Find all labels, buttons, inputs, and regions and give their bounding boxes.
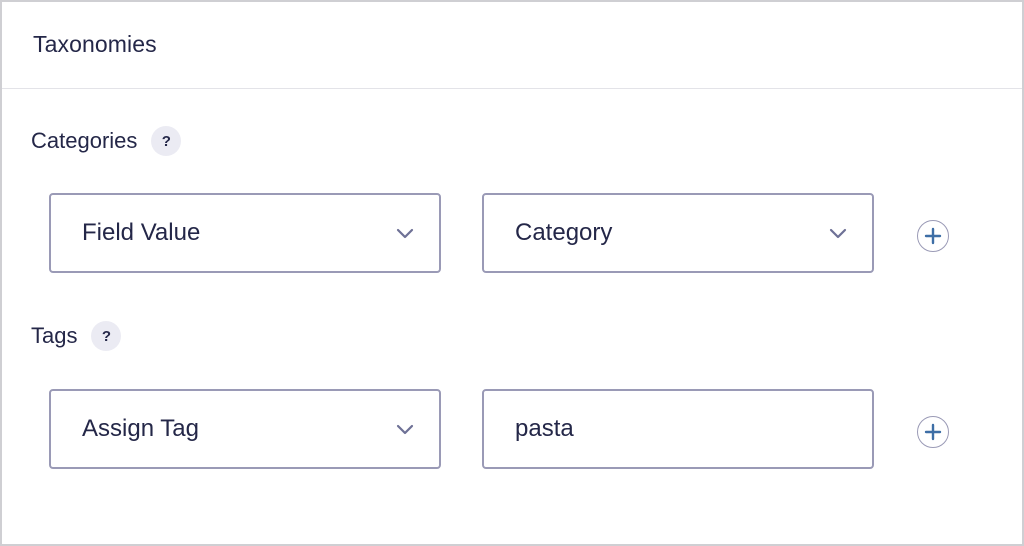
tags-add-button[interactable] (917, 416, 949, 448)
tags-value-input[interactable]: pasta (482, 389, 874, 469)
categories-source-select[interactable]: Field Value (49, 193, 441, 273)
categories-label: Categories (31, 128, 138, 153)
plus-icon (924, 227, 942, 245)
tags-help-icon[interactable]: ? (91, 321, 122, 351)
tags-label-row: Tags ? (31, 321, 122, 351)
tags-source-value: Assign Tag (82, 415, 199, 442)
tags-value-text: pasta (515, 415, 574, 442)
categories-target-value: Category (515, 219, 613, 246)
taxonomies-panel: Taxonomies Categories ? Field Value Cate… (0, 0, 1024, 546)
categories-label-row: Categories ? (31, 126, 182, 156)
tags-source-select[interactable]: Assign Tag (49, 389, 441, 469)
chevron-down-icon (829, 228, 847, 239)
categories-source-value: Field Value (82, 219, 201, 246)
chevron-down-icon (396, 228, 414, 239)
categories-target-select[interactable]: Category (482, 193, 874, 273)
plus-icon (924, 423, 942, 441)
categories-add-button[interactable] (917, 220, 949, 252)
panel-header: Taxonomies (2, 2, 1022, 89)
panel-title: Taxonomies (33, 31, 157, 57)
categories-help-icon[interactable]: ? (151, 126, 182, 156)
chevron-down-icon (396, 424, 414, 435)
tags-label: Tags (31, 323, 78, 348)
